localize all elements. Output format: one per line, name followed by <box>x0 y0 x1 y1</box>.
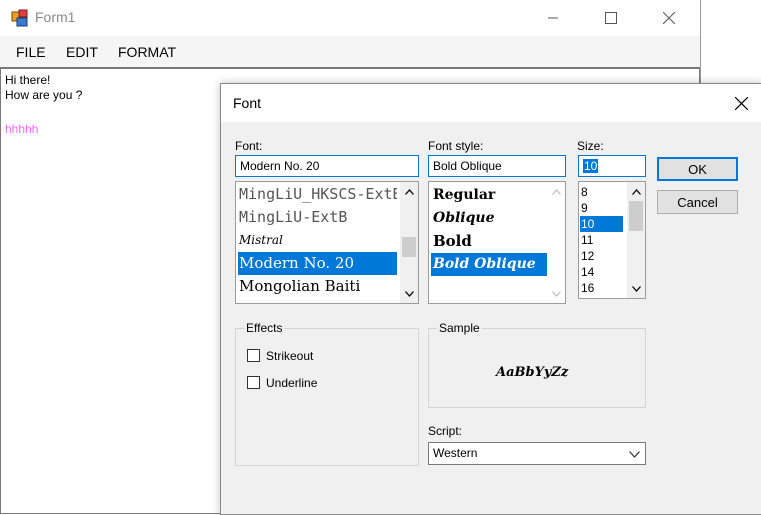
size-list-item[interactable]: 11 <box>580 232 623 248</box>
size-list-item[interactable]: 9 <box>580 200 623 216</box>
font-list[interactable]: MingLiU_HKSCS-ExtB MingLiU-ExtB Mistral … <box>235 181 419 304</box>
text-line-4: hhhhh <box>5 122 39 136</box>
font-label: Font: <box>235 139 263 153</box>
size-list-item[interactable]: 16 <box>580 280 623 296</box>
dialog-title: Font <box>233 95 262 111</box>
size-list-item[interactable]: 8 <box>580 184 623 200</box>
effects-label: Effects <box>244 321 285 335</box>
font-list-scrollbar[interactable] <box>400 182 418 303</box>
font-list-item[interactable]: MingLiU_HKSCS-ExtB <box>238 183 397 206</box>
sample-preview-text: AaBbYyZz <box>496 365 569 380</box>
scroll-down-button[interactable] <box>400 285 418 302</box>
minimize-button[interactable] <box>524 0 582 36</box>
close-button[interactable] <box>640 0 698 36</box>
font-list-item[interactable]: Mongolian Baiti <box>238 275 397 298</box>
cancel-button[interactable]: Cancel <box>657 190 738 214</box>
dialog-title-bar: Font <box>221 84 761 122</box>
font-list-item[interactable]: MingLiU-ExtB <box>238 206 397 229</box>
chevron-up-icon <box>551 188 561 195</box>
script-value: Western <box>433 446 478 460</box>
size-list[interactable]: 8 9 10 11 12 14 16 <box>578 181 646 299</box>
effects-group: Effects Strikeout Underline <box>235 321 419 466</box>
font-style-list[interactable]: Regular Oblique Bold Bold Oblique <box>428 181 566 304</box>
size-list-item[interactable]: 14 <box>580 264 623 280</box>
font-style-input[interactable]: Bold Oblique <box>428 155 566 177</box>
style-list-item[interactable]: Regular <box>431 184 547 207</box>
chevron-down-icon <box>628 450 640 458</box>
title-bar: Form1 <box>0 0 700 36</box>
dropdown-arrow[interactable] <box>627 447 641 461</box>
chevron-up-icon <box>404 188 414 195</box>
app-icon <box>11 9 28 27</box>
font-list-item-selected[interactable]: Modern No. 20 <box>238 252 397 275</box>
strikeout-label[interactable]: Strikeout <box>266 349 313 363</box>
menu-bar: FILE EDIT FORMAT <box>0 36 700 67</box>
size-label: Size: <box>577 139 604 153</box>
scrollbar-thumb[interactable] <box>629 201 643 231</box>
font-style-value: Bold Oblique <box>433 159 502 173</box>
scroll-down-button[interactable] <box>547 285 565 302</box>
style-list-item[interactable]: Oblique <box>431 207 547 230</box>
chevron-up-icon <box>631 188 641 195</box>
font-style-scrollbar[interactable] <box>547 182 565 303</box>
font-list-item[interactable]: Mistral <box>238 229 397 252</box>
script-select[interactable]: Western <box>428 442 646 465</box>
scrollbar-thumb[interactable] <box>402 237 416 257</box>
scroll-up-button[interactable] <box>400 183 418 200</box>
font-dialog: Font Font: Modern No. 20 MingLiU_HKSCS-E… <box>220 83 761 515</box>
chevron-down-icon <box>404 290 414 297</box>
ok-button[interactable]: OK <box>657 157 738 181</box>
sample-group: Sample AaBbYyZz <box>428 321 646 408</box>
font-name-value: Modern No. 20 <box>240 159 320 173</box>
close-icon <box>663 12 675 24</box>
underline-label[interactable]: Underline <box>266 376 317 390</box>
strikeout-checkbox[interactable] <box>247 349 260 362</box>
maximize-button[interactable] <box>582 0 640 36</box>
size-value: 10 <box>583 159 599 173</box>
chevron-down-icon <box>631 285 641 292</box>
size-list-item-selected[interactable]: 10 <box>580 216 623 232</box>
text-line-1: Hi there! <box>5 73 51 87</box>
chevron-down-icon <box>551 290 561 297</box>
font-name-input[interactable]: Modern No. 20 <box>235 155 419 177</box>
size-list-item[interactable]: 12 <box>580 248 623 264</box>
scroll-down-button[interactable] <box>627 280 645 297</box>
menu-file[interactable]: FILE <box>16 44 46 60</box>
close-icon <box>734 96 748 110</box>
underline-checkbox[interactable] <box>247 376 260 389</box>
style-list-item-selected[interactable]: Bold Oblique <box>431 253 547 276</box>
size-input[interactable]: 10 <box>578 155 646 177</box>
font-style-label: Font style: <box>428 139 484 153</box>
menu-edit[interactable]: EDIT <box>66 44 98 60</box>
text-line-2: How are you ? <box>5 88 83 102</box>
maximize-icon <box>605 12 617 24</box>
scroll-up-button[interactable] <box>627 183 645 200</box>
menu-format[interactable]: FORMAT <box>118 44 176 60</box>
window-title: Form1 <box>35 9 76 25</box>
style-list-item[interactable]: Bold <box>431 230 547 253</box>
scroll-up-button[interactable] <box>547 183 565 200</box>
size-list-scrollbar[interactable] <box>627 182 645 298</box>
sample-label: Sample <box>437 321 482 335</box>
dialog-close-button[interactable] <box>726 90 756 116</box>
script-label: Script: <box>428 424 463 438</box>
minimize-icon <box>548 17 558 19</box>
